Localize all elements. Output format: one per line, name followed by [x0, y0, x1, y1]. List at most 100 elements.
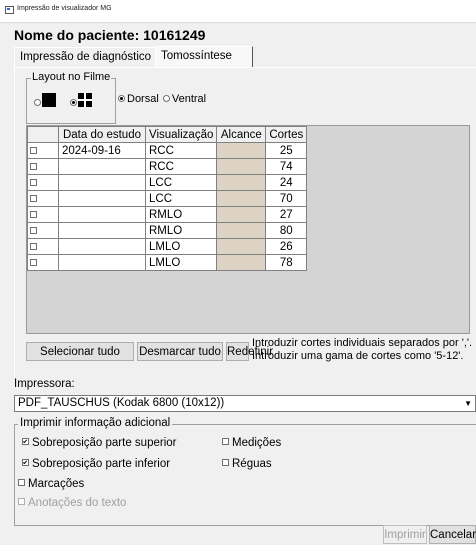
cuts-hint-line-2: Introduzir uma gama de cortes como '5-12…	[252, 350, 464, 362]
study-date-cell	[58, 222, 146, 239]
markings-label[interactable]: Marcações	[28, 478, 84, 490]
row-checkbox-cell	[27, 222, 59, 239]
orientation-options: Dorsal Ventral	[118, 93, 206, 105]
print-info-legend: Imprimir informação adicional	[18, 417, 173, 429]
film-layout-legend: Layout no Filme	[31, 71, 112, 83]
cuts-cell: 25	[265, 142, 308, 159]
single-frame-icon[interactable]	[42, 93, 56, 107]
study-date-cell	[58, 158, 146, 175]
row-checkbox[interactable]	[30, 178, 37, 186]
row-checkbox[interactable]	[30, 242, 37, 250]
printer-select-value: PDF_TAUSCHUS (Kodak 6800 (10x12))	[18, 397, 225, 409]
cuts-hint-line-1: Introduzir cortes individuais separados …	[252, 337, 473, 349]
column-header-view: Visualização	[144, 126, 218, 143]
row-checkbox[interactable]	[30, 226, 37, 234]
rulers-label[interactable]: Réguas	[232, 458, 272, 470]
range-cell[interactable]	[216, 158, 267, 175]
measurements-option[interactable]: Medições	[222, 437, 281, 449]
tab-diagnostic-print[interactable]: Impressão de diagnóstico	[14, 47, 166, 67]
film-layout-group: Layout no Filme	[26, 71, 116, 124]
markings-checkbox[interactable]	[18, 479, 25, 487]
tab-tomosynthesis[interactable]: Tomossíntese	[155, 46, 253, 68]
printer-select[interactable]: PDF_TAUSCHUS (Kodak 6800 (10x12)) ▼	[14, 395, 476, 412]
row-checkbox-cell	[27, 190, 59, 207]
table-header-row: Data do estudo Visualização Alcance Cort…	[27, 126, 308, 143]
cuts-cell: 27	[265, 206, 308, 223]
ventral-radio[interactable]	[162, 94, 170, 102]
view-cell: LCC	[144, 174, 218, 191]
select-all-button[interactable]: Selecionar tudo	[26, 342, 134, 361]
layout-single-radio[interactable]	[34, 99, 41, 106]
view-cell: LMLO	[144, 254, 218, 271]
view-cell: LMLO	[144, 238, 218, 255]
table-row: RMLO 80	[27, 222, 308, 239]
column-header-cuts: Cortes	[265, 126, 308, 143]
cuts-cell: 24	[265, 174, 308, 191]
study-date-cell	[58, 254, 146, 271]
row-checkbox-cell	[27, 142, 59, 159]
chevron-down-icon[interactable]: ▼	[464, 396, 472, 411]
reset-button[interactable]: Redefinir	[226, 342, 273, 361]
ventral-label[interactable]: Ventral	[172, 93, 206, 105]
print-button[interactable]: Imprimir	[383, 525, 427, 544]
overlay-bottom-label[interactable]: Sobreposição parte inferior	[32, 458, 170, 470]
text-annotations-option: Anotações do texto	[18, 497, 126, 509]
range-cell[interactable]	[216, 238, 267, 255]
title-bar: Impressão de visualizador MG	[0, 0, 476, 23]
range-cell[interactable]	[216, 190, 267, 207]
text-annotations-checkbox	[18, 498, 25, 506]
markings-option[interactable]: Marcações	[18, 478, 84, 490]
row-checkbox[interactable]	[30, 210, 37, 218]
row-checkbox-cell	[27, 174, 59, 191]
text-annotations-label: Anotações do texto	[28, 497, 127, 509]
range-cell[interactable]	[216, 206, 267, 223]
table-row: 2024-09-16 RCC 25	[27, 142, 308, 159]
table-row: RMLO 27	[27, 206, 308, 223]
cancel-button[interactable]: Cancelar	[429, 525, 476, 544]
dorsal-radio[interactable]	[118, 94, 125, 102]
table-row: LMLO 78	[27, 254, 308, 271]
overlay-top-label[interactable]: Sobreposição parte superior	[32, 437, 176, 449]
rulers-checkbox[interactable]	[222, 459, 229, 467]
overlay-bottom-checkbox[interactable]	[22, 459, 29, 467]
range-cell[interactable]	[216, 142, 267, 159]
deselect-all-button[interactable]: Desmarcar tudo	[137, 342, 223, 361]
row-checkbox[interactable]	[30, 258, 37, 266]
overlay-top-option[interactable]: Sobreposição parte superior	[22, 437, 176, 449]
row-checkbox-cell	[27, 206, 59, 223]
view-cell: RCC	[144, 158, 218, 175]
range-cell[interactable]	[216, 174, 267, 191]
column-header-range: Alcance	[216, 126, 267, 143]
row-checkbox[interactable]	[30, 146, 37, 154]
study-date-cell	[58, 238, 146, 255]
overlay-bottom-option[interactable]: Sobreposição parte inferior	[22, 458, 170, 470]
column-header-study-date: Data do estudo	[58, 126, 146, 143]
cuts-cell: 26	[265, 238, 308, 255]
measurements-checkbox[interactable]	[222, 438, 229, 446]
row-checkbox-cell	[27, 158, 59, 175]
view-cell: RMLO	[144, 206, 218, 223]
cuts-table-area: Data do estudo Visualização Alcance Cort…	[26, 125, 470, 334]
range-cell[interactable]	[216, 254, 267, 271]
table-row: LCC 70	[27, 190, 308, 207]
measurements-label[interactable]: Medições	[232, 437, 281, 449]
range-cell[interactable]	[216, 222, 267, 239]
rulers-option[interactable]: Réguas	[222, 458, 272, 470]
cuts-table: Data do estudo Visualização Alcance Cort…	[27, 126, 308, 271]
cuts-cell: 70	[265, 190, 308, 207]
row-checkbox[interactable]	[30, 194, 37, 202]
four-up-grid-icon[interactable]	[78, 93, 92, 107]
printer-label: Impressora:	[14, 378, 75, 390]
app-window-icon	[5, 6, 14, 14]
cuts-cell: 74	[265, 158, 308, 175]
view-cell: RMLO	[144, 222, 218, 239]
row-checkbox[interactable]	[30, 162, 37, 170]
layout-grid-radio[interactable]	[70, 99, 77, 106]
study-date-cell	[58, 190, 146, 207]
dorsal-label[interactable]: Dorsal	[127, 93, 159, 105]
table-row: LCC 24	[27, 174, 308, 191]
overlay-top-checkbox[interactable]	[22, 438, 29, 446]
row-checkbox-cell	[27, 254, 59, 271]
study-date-cell	[58, 206, 146, 223]
print-info-group: Imprimir informação adicional Sobreposiç…	[14, 417, 476, 526]
